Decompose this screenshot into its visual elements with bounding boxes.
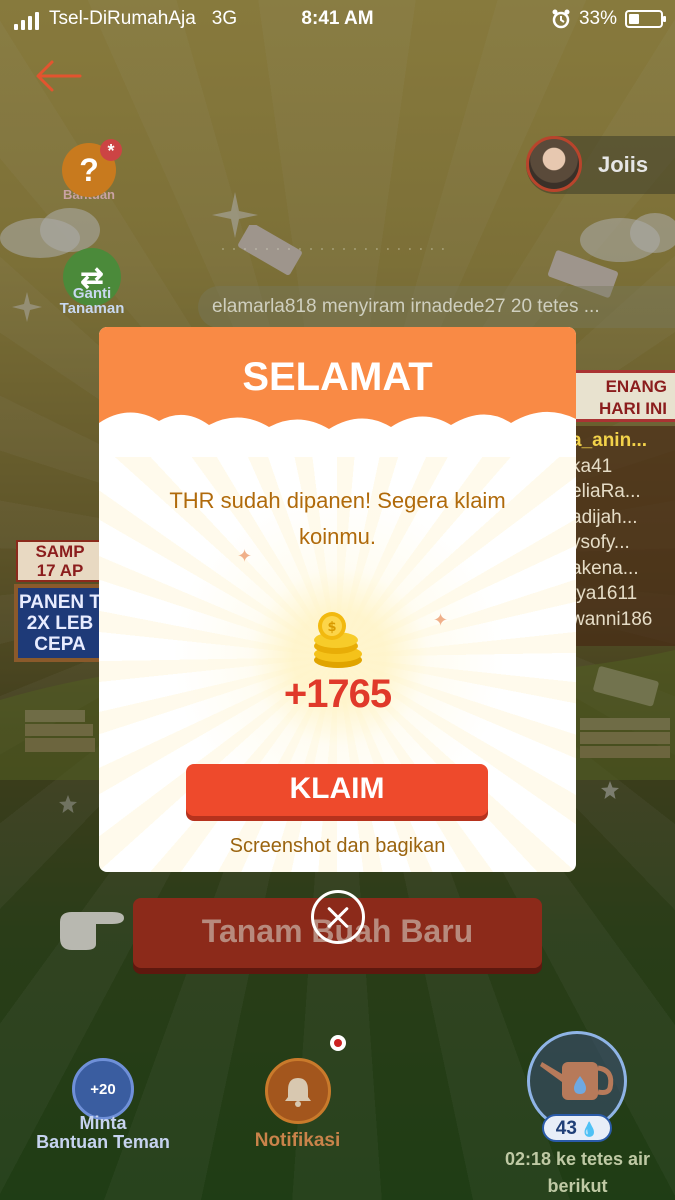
promo-body-line3: CEPA (34, 634, 86, 655)
alarm-icon (552, 9, 570, 29)
leaderboard-entry: adijah... (571, 506, 638, 528)
battery-fill (629, 14, 639, 24)
promo-body-line2: 2X LEB (26, 613, 94, 634)
leaderboard-entry: akena... (571, 557, 639, 579)
battery-percent: 33% (578, 8, 617, 29)
svg-text:$: $ (327, 620, 336, 635)
reward-amount: +1765 (283, 672, 392, 716)
close-icon[interactable] (311, 890, 365, 944)
profile-name: Joiis (598, 152, 649, 177)
ask-help-label-line2: Bantuan Teman (36, 1132, 170, 1152)
modal-message: THR sudah dipanen! Segera klaim koinmu. (169, 488, 506, 549)
activity-ticker: elamarla818 menyiram irnadede27 20 tetes… (198, 286, 675, 328)
notifications-button[interactable]: Notifikasi (240, 1058, 355, 1152)
bell-icon (264, 1058, 331, 1124)
coin-stack-icon: $ (314, 612, 362, 668)
status-right: 33% (551, 8, 666, 30)
ticker-ghost: · · · · · · · · · · · · · · · · · · · · … (220, 238, 446, 258)
change-plant-label: Ganti Tanaman (59, 285, 125, 317)
ask-friend-help-button[interactable]: +20 Minta Bantuan Teman (28, 1058, 178, 1152)
profile-chip[interactable]: Joiis (526, 136, 675, 194)
leaderboard-panel[interactable]: ENANG HARI INI a_anin... ka41 eliaRa... … (560, 370, 675, 646)
leaderboard-title-line2: HARI INI (599, 399, 667, 418)
avatar (526, 136, 582, 192)
asterisk-badge-icon: * (100, 139, 122, 161)
notifications-label: Notifikasi (254, 1130, 341, 1151)
small-drop-icon: 💧 (576, 1121, 599, 1137)
sparkle-icon: ✦ (237, 546, 253, 566)
water-timer-line2: berikut (547, 1176, 608, 1196)
battery-icon (625, 10, 666, 28)
promo-sign-top: SAMP 17 AP (16, 540, 102, 582)
water-timer: 02:18 ke tetes air berikut (480, 1146, 675, 1200)
promo-sign[interactable]: SAMP 17 AP PANEN T 2X LEB CEPA (14, 540, 102, 665)
back-arrow-icon[interactable] (34, 58, 84, 94)
share-screenshot-link[interactable]: Screenshot dan bagikan (99, 835, 576, 858)
bell-glyph (284, 1078, 311, 1107)
leaderboard-entry: ka41 (571, 455, 613, 477)
sparkle-icon: ✦ (433, 610, 449, 630)
leaderboard-entry: eliaRa... (571, 481, 641, 502)
help-button[interactable]: ? * Bantuan (52, 139, 126, 202)
water-count: 43 (555, 1118, 577, 1139)
claim-button[interactable]: KLAIM (186, 764, 488, 816)
leaderboard-entry: a_anin... (571, 430, 648, 451)
watering-can-icon (540, 1062, 614, 1100)
ask-help-label-line1: Minta (79, 1113, 127, 1133)
leaderboard-title: ENANG HARI INI (565, 370, 675, 422)
question-icon: ? * (62, 139, 122, 197)
ask-help-label: Minta Bantuan Teman (28, 1114, 178, 1152)
leaderboard-entry: wanni186 (571, 608, 653, 630)
ask-help-badge: +20 (90, 1080, 116, 1098)
promo-top-line1: SAMP (35, 542, 85, 561)
leaderboard-title-line1: ENANG (605, 377, 667, 396)
watering-can-button[interactable]: 43 💧 (527, 1031, 627, 1142)
leaderboard-list: a_anin... ka41 eliaRa... adijah... ysofy… (567, 426, 675, 646)
water-drop-icon: +20 (72, 1058, 134, 1120)
promo-body-line1: PANEN T (19, 592, 101, 613)
change-plant-button[interactable]: ⇄ Ganti Tanaman (52, 248, 132, 316)
status-bar: Tsel-DiRumahAja 3G 8:41 AM 33% (0, 0, 675, 38)
water-count-badge: 43 💧 (542, 1114, 612, 1142)
leaderboard-entry: ysofy... (571, 532, 630, 553)
reward-modal: SELAMAT THR sudah dipanen! Segera klaim … (99, 327, 576, 872)
leaderboard-entry: tya1611 (571, 583, 638, 604)
promo-sign-body: PANEN T 2X LEB CEPA (14, 584, 102, 662)
notification-dot (330, 1035, 346, 1051)
pointing-hand-icon (60, 912, 124, 950)
water-timer-line1: 02:18 ke tetes air (504, 1149, 651, 1169)
promo-top-line2: 17 AP (36, 561, 84, 580)
